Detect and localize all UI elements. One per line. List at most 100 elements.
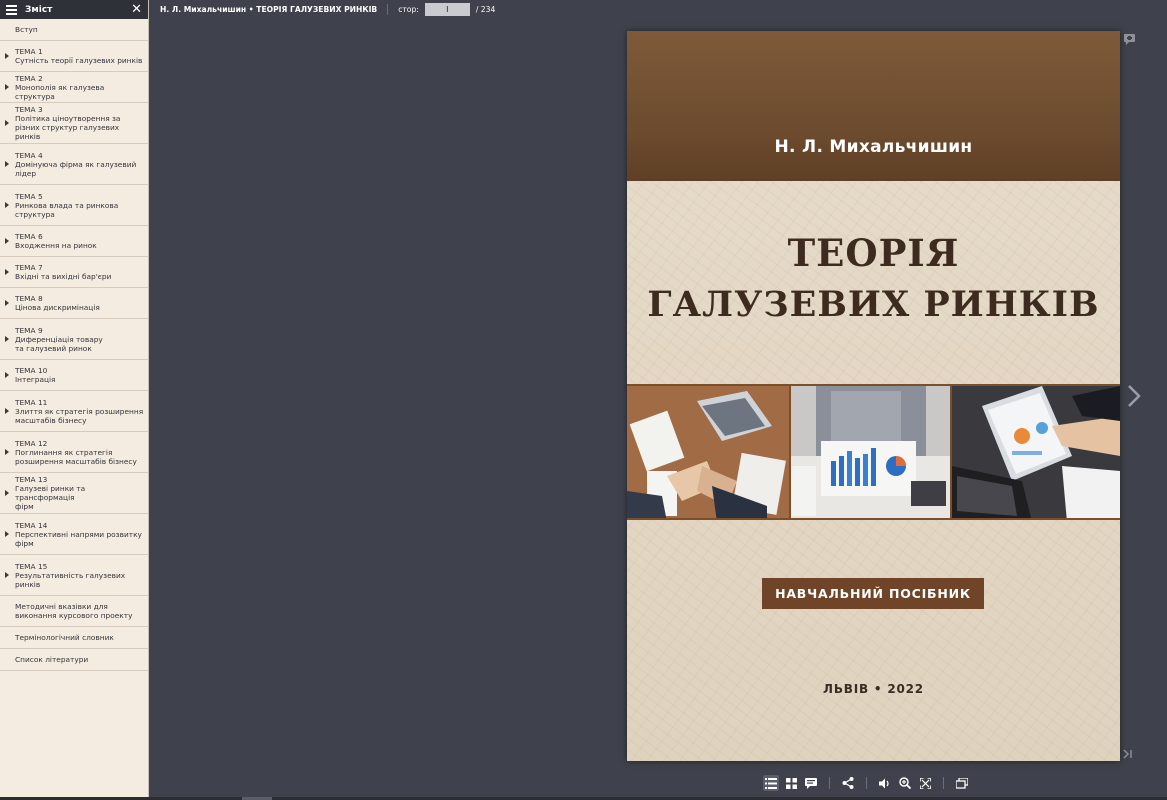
expand-arrow-icon[interactable] — [5, 202, 9, 208]
expand-arrow-icon[interactable] — [5, 300, 9, 306]
book-cover-page[interactable]: Н. Л. Михальчишин ТЕОРІЯ ГАЛУЗЕВИХ РИНКІ… — [627, 31, 1120, 761]
toc-list-icon — [6, 4, 17, 15]
toc-item-subtitle: Результативність галузевих — [15, 570, 126, 580]
close-icon[interactable]: ✕ — [131, 3, 142, 16]
toc-item-label: Вступ — [15, 25, 38, 34]
toc-item[interactable]: ТЕМА 5 Ринкова влада та ринкова структура — [0, 185, 148, 226]
toc-item-subtitle: структура — [15, 209, 55, 219]
expand-arrow-icon[interactable] — [5, 161, 9, 167]
expand-arrow-icon[interactable] — [5, 490, 9, 496]
toc-item-subtitle: Домінуюча фірма як галузевий — [15, 159, 137, 169]
top-bar: Н. Л. Михальчишин • ТЕОРІЯ ГАЛУЗЕВИХ РИН… — [149, 0, 1167, 19]
toc-item[interactable]: ТЕМА 12 Поглинання як стратегія розширення… — [0, 432, 148, 473]
toc-item-subtitle: виконання курсового проекту — [15, 611, 133, 620]
page-label: стор: — [398, 5, 419, 14]
page-number-input[interactable] — [424, 3, 470, 16]
expand-arrow-icon[interactable] — [5, 572, 9, 578]
toc-item-label: ТЕМА 5 — [15, 191, 43, 201]
copy-page-icon[interactable] — [954, 775, 970, 791]
toc-item-subtitle: Поглинання як стратегія — [15, 447, 113, 457]
toc-header: Зміст ✕ — [0, 0, 148, 19]
toc-title: Зміст — [25, 4, 53, 15]
toc-item-subtitle: Входження на ринок — [15, 241, 97, 250]
toc-item-subtitle: ринків — [15, 579, 41, 589]
toc-item[interactable]: ТЕМА 6 Входження на ринок — [0, 226, 148, 257]
toc-item[interactable]: ТЕМА 1 Сутність теорії галузевих ринків — [0, 41, 148, 72]
toc-list: Вступ ТЕМА 1 Сутність теорії галузевих рин… — [0, 19, 148, 671]
toc-item[interactable]: Список літератури — [0, 649, 148, 671]
toc-item-label: Термінологічний словник — [15, 633, 114, 642]
comment-icon[interactable] — [803, 775, 819, 791]
photo-tablet — [952, 386, 1120, 518]
toc-item-label: ТЕМА 7 — [15, 263, 43, 272]
toc-sidebar: Зміст ✕ Вступ ТЕМА 1 Сутність теорії галуз… — [0, 0, 149, 797]
toc-item-label: ТЕМА 12 — [15, 438, 48, 448]
photo-handshake — [627, 386, 789, 518]
expand-arrow-icon[interactable] — [5, 120, 9, 126]
toc-item[interactable]: ТЕМА 8 Цінова дискримінація — [0, 288, 148, 319]
grid-icon[interactable] — [783, 775, 799, 791]
toc-item[interactable]: ТЕМА 15 Результативність галузевих ринків — [0, 555, 148, 596]
toc-item-subtitle: фірм — [15, 502, 34, 511]
cover-city-year: ЛЬВІВ • 2022 — [823, 682, 924, 696]
toc-item-subtitle: Ринкова влада та ринкова — [15, 200, 119, 210]
toc-item-label: ТЕМА 13 — [15, 475, 48, 484]
expand-arrow-icon[interactable] — [5, 372, 9, 378]
toc-item-label: ТЕМА 10 — [15, 366, 48, 375]
list-icon[interactable] — [763, 775, 779, 791]
next-page-button[interactable] — [1125, 382, 1143, 410]
toc-item-label: ТЕМА 9 — [15, 325, 43, 335]
expand-arrow-icon[interactable] — [5, 53, 9, 59]
toc-item-subtitle: лідер — [15, 168, 37, 178]
toc-item-label: ТЕМА 3 — [15, 105, 43, 114]
toc-item[interactable]: ТЕМА 3 Політика ціноутворення за різних ст… — [0, 103, 148, 144]
toc-item-subtitle: Вхідні та вихідні бар'єри — [15, 272, 112, 281]
toc-item[interactable]: Методичні вказівки для виконання курсовог… — [0, 596, 148, 627]
cover-photo-strip — [627, 384, 1120, 520]
expand-arrow-icon[interactable] — [5, 269, 9, 275]
divider — [387, 4, 389, 15]
toolbar-divider — [866, 777, 867, 789]
toc-item-subtitle: Монополія як галузева структура — [15, 82, 105, 101]
expand-arrow-icon[interactable] — [5, 531, 9, 537]
toc-item-label: ТЕМА 4 — [15, 150, 43, 160]
toc-item[interactable]: ТЕМА 4 Домінуюча фірма як галузевий лідер — [0, 144, 148, 185]
toc-item[interactable]: ТЕМА 2 Монополія як галузева структура — [0, 72, 148, 103]
toc-item-subtitle: Злиття як стратегія розширення — [15, 406, 144, 416]
expand-arrow-icon[interactable] — [5, 238, 9, 244]
toc-item[interactable]: Термінологічний словник — [0, 627, 148, 649]
photo-charts — [791, 386, 950, 518]
toc-item-subtitle: Політика ціноутворення за — [15, 114, 121, 123]
expand-arrow-icon[interactable] — [5, 449, 9, 455]
toc-item[interactable]: ТЕМА 11 Злиття як стратегія розширення мас… — [0, 391, 148, 432]
toc-item[interactable]: Вступ — [0, 19, 148, 41]
toc-item-subtitle: Сутність теорії галузевих ринків — [15, 56, 143, 65]
bottom-toolbar — [763, 774, 970, 792]
add-note-icon[interactable] — [1123, 30, 1137, 45]
toc-item-label: ТЕМА 1 — [15, 47, 43, 56]
toc-item-subtitle: фірм — [15, 538, 34, 548]
toc-item-label: ТЕМА 2 — [15, 73, 43, 83]
fullscreen-icon[interactable] — [917, 775, 933, 791]
toc-item[interactable]: ТЕМА 7 Вхідні та вихідні бар'єри — [0, 257, 148, 288]
expand-arrow-icon[interactable] — [5, 336, 9, 342]
toolbar-divider — [943, 777, 944, 789]
toolbar-divider — [829, 777, 830, 789]
toc-item[interactable]: ТЕМА 10 Інтеграція — [0, 360, 148, 391]
cover-title-line-1: ТЕОРІЯ — [787, 231, 960, 275]
cover-top-band — [627, 31, 1120, 181]
cover-subtitle: НАВЧАЛЬНИЙ ПОСІБНИК — [762, 578, 984, 609]
expand-arrow-icon[interactable] — [5, 84, 9, 90]
expand-arrow-icon[interactable] — [5, 408, 9, 414]
cover-author: Н. Л. Михальчишин — [774, 137, 973, 157]
last-page-icon[interactable] — [1121, 748, 1135, 760]
toc-item[interactable]: ТЕМА 14 Перспективні напрями розвитку фірм — [0, 514, 148, 555]
share-icon[interactable] — [840, 775, 856, 791]
volume-icon[interactable] — [877, 775, 893, 791]
toc-item-subtitle: Галузеві ринки та трансформація — [15, 484, 86, 502]
zoom-in-icon[interactable] — [897, 775, 913, 791]
toc-item[interactable]: ТЕМА 13 Галузеві ринки та трансформація фі… — [0, 473, 148, 514]
toc-item-subtitle: різних структур галузевих ринків — [15, 123, 120, 141]
toc-item[interactable]: ТЕМА 9 Диференціація товару та галузевий р… — [0, 319, 148, 360]
toc-item-label: ТЕМА 15 — [15, 561, 48, 571]
